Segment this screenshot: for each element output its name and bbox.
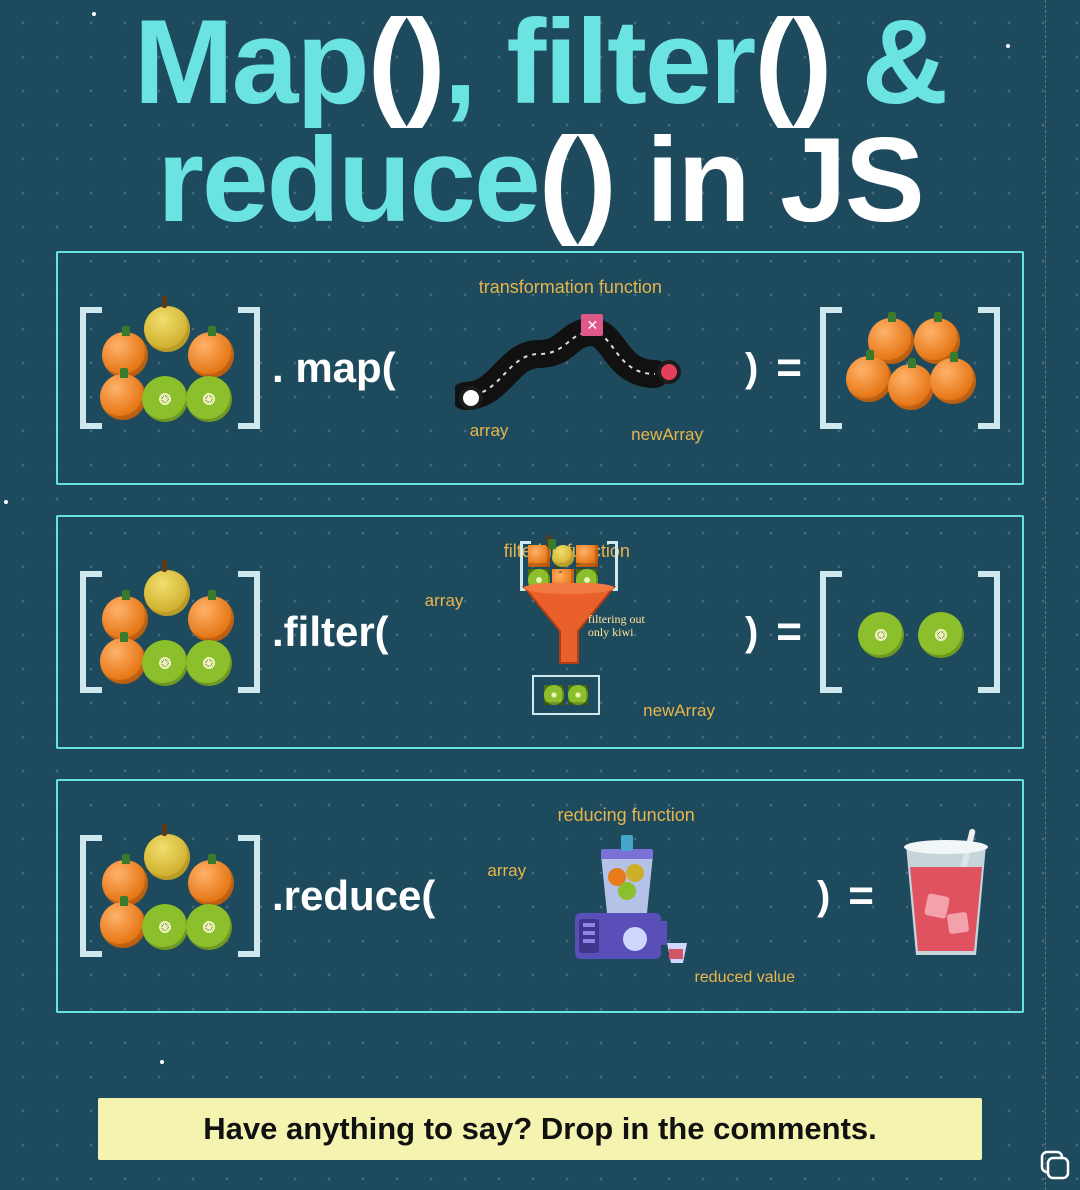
methods-list: . map( transformation function ✕ array n… — [0, 249, 1080, 1013]
title-map: Map — [134, 0, 368, 129]
speck — [160, 1060, 164, 1064]
reduce-close-paren: ) — [817, 874, 830, 919]
reduce-label-out: reduced value — [694, 969, 795, 987]
map-input-array — [80, 303, 260, 433]
orange-icon — [528, 545, 550, 567]
fruit-pile-oranges — [840, 312, 980, 424]
filter-output-array — [820, 567, 1000, 697]
fruit-pile-mixed — [100, 576, 240, 688]
title-reduce: reduce — [157, 113, 539, 247]
orange-icon — [188, 596, 234, 642]
pear-icon — [144, 570, 190, 616]
map-method-text: . map( — [272, 344, 396, 392]
kiwi-icon — [568, 685, 588, 705]
orange-icon — [846, 356, 892, 402]
orange-icon — [188, 860, 234, 906]
map-output-array — [820, 303, 1000, 433]
filter-label-in: array — [425, 591, 464, 611]
orange-icon — [188, 332, 234, 378]
map-close-paren: ) — [745, 346, 758, 391]
map-equals: = — [776, 343, 802, 393]
waypoint-x-icon: ✕ — [581, 314, 603, 336]
title-filter: , filter — [444, 0, 755, 129]
cta-banner: Have anything to say? Drop in the commen… — [98, 1098, 982, 1160]
funnel-note: filtering out only kiwi — [588, 613, 645, 638]
kiwi-icon — [186, 904, 232, 950]
title-parens3: () — [539, 113, 615, 247]
road-icon: ✕ — [455, 318, 685, 418]
funnel-icon: filtering out only kiwi — [462, 547, 672, 717]
reduce-equals: = — [848, 871, 874, 921]
juice-glass-icon — [892, 827, 1000, 965]
panel-map: . map( transformation function ✕ array n… — [56, 251, 1024, 485]
orange-icon — [100, 638, 146, 684]
panel-filter: .filter( filtering function — [56, 515, 1024, 749]
filter-function-graphic: filtering function filtering out — [401, 537, 733, 727]
kiwi-icon — [186, 640, 232, 686]
filter-method-text: .filter( — [272, 608, 389, 656]
fruit-pile-kiwis — [840, 576, 980, 688]
reduce-function-graphic: reducing function — [447, 801, 805, 991]
kiwi-icon — [544, 685, 564, 705]
map-label-in: array — [470, 421, 509, 441]
map-function-graphic: transformation function ✕ array newArray — [408, 273, 733, 463]
filter-label-out: newArray — [643, 701, 715, 721]
pear-icon — [144, 306, 190, 352]
fruit-pile-mixed — [100, 840, 240, 952]
reduce-label-in: array — [487, 861, 526, 881]
filter-close-paren: ) — [745, 610, 758, 655]
reduce-method-text: .reduce( — [272, 872, 435, 920]
panel-reduce: .reduce( reducing function — [56, 779, 1024, 1013]
kiwi-icon — [918, 612, 964, 658]
fruit-pile-mixed — [100, 312, 240, 424]
page-title: Map(), filter() & reduce() in JS — [0, 0, 1080, 249]
title-parens2: () — [754, 0, 830, 129]
map-label-out: newArray — [631, 425, 703, 445]
carousel-indicator-icon[interactable] — [1036, 1146, 1070, 1180]
filter-input-array — [80, 567, 260, 697]
orange-icon — [100, 374, 146, 420]
pear-icon — [144, 834, 190, 880]
map-label-top: transformation function — [479, 277, 662, 298]
orange-icon — [100, 902, 146, 948]
filter-equals: = — [776, 607, 802, 657]
cta-text: Have anything to say? Drop in the commen… — [203, 1111, 877, 1147]
kiwi-icon — [186, 376, 232, 422]
reduce-input-array — [80, 831, 260, 961]
kiwi-icon — [142, 640, 188, 686]
kiwi-icon — [142, 376, 188, 422]
orange-icon — [888, 364, 934, 410]
funnel-note-line2: only kiwi — [588, 625, 634, 639]
funnel-output-brackets — [532, 675, 600, 715]
kiwi-icon — [142, 904, 188, 950]
title-parens1: () — [368, 0, 444, 129]
kiwi-icon — [858, 612, 904, 658]
title-injs: in JS — [615, 113, 923, 247]
orange-icon — [930, 358, 976, 404]
blender-icon — [541, 821, 711, 971]
title-amp: & — [830, 0, 946, 129]
